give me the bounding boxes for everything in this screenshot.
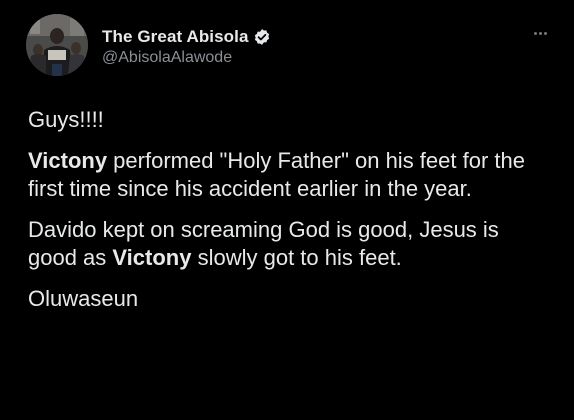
tweet-header: The Great Abisola @AbisolaAlawode	[26, 14, 556, 78]
dot-icon	[533, 31, 537, 35]
bold-text: Victony	[28, 148, 108, 173]
verified-badge-icon	[253, 28, 271, 46]
display-name[interactable]: The Great Abisola	[102, 27, 249, 47]
text-span: Guys!!!!	[28, 107, 104, 132]
text-span: Oluwaseun	[28, 286, 139, 311]
tweet-paragraph: Davido kept on screaming God is good, Je…	[28, 216, 552, 272]
dot-icon	[543, 31, 547, 35]
avatar[interactable]	[26, 14, 88, 76]
author-names: The Great Abisola @AbisolaAlawode	[102, 27, 271, 67]
tweet-paragraph: Victony performed "Holy Father" on his f…	[28, 147, 552, 203]
text-span: slowly got to his feet.	[191, 245, 402, 270]
tweet-text: Guys!!!! Victony performed "Holy Father"…	[28, 106, 552, 326]
bold-text: Victony	[112, 245, 192, 270]
tweet-paragraph: Oluwaseun	[28, 285, 552, 313]
display-name-row: The Great Abisola	[102, 27, 271, 47]
tweet-paragraph: Guys!!!!	[28, 106, 552, 134]
tweet: The Great Abisola @AbisolaAlawode Guys!!…	[0, 0, 574, 420]
user-handle[interactable]: @AbisolaAlawode	[102, 49, 271, 67]
dot-icon	[538, 31, 542, 35]
more-options-icon[interactable]	[528, 24, 552, 42]
avatar-photo-icon	[26, 14, 88, 76]
